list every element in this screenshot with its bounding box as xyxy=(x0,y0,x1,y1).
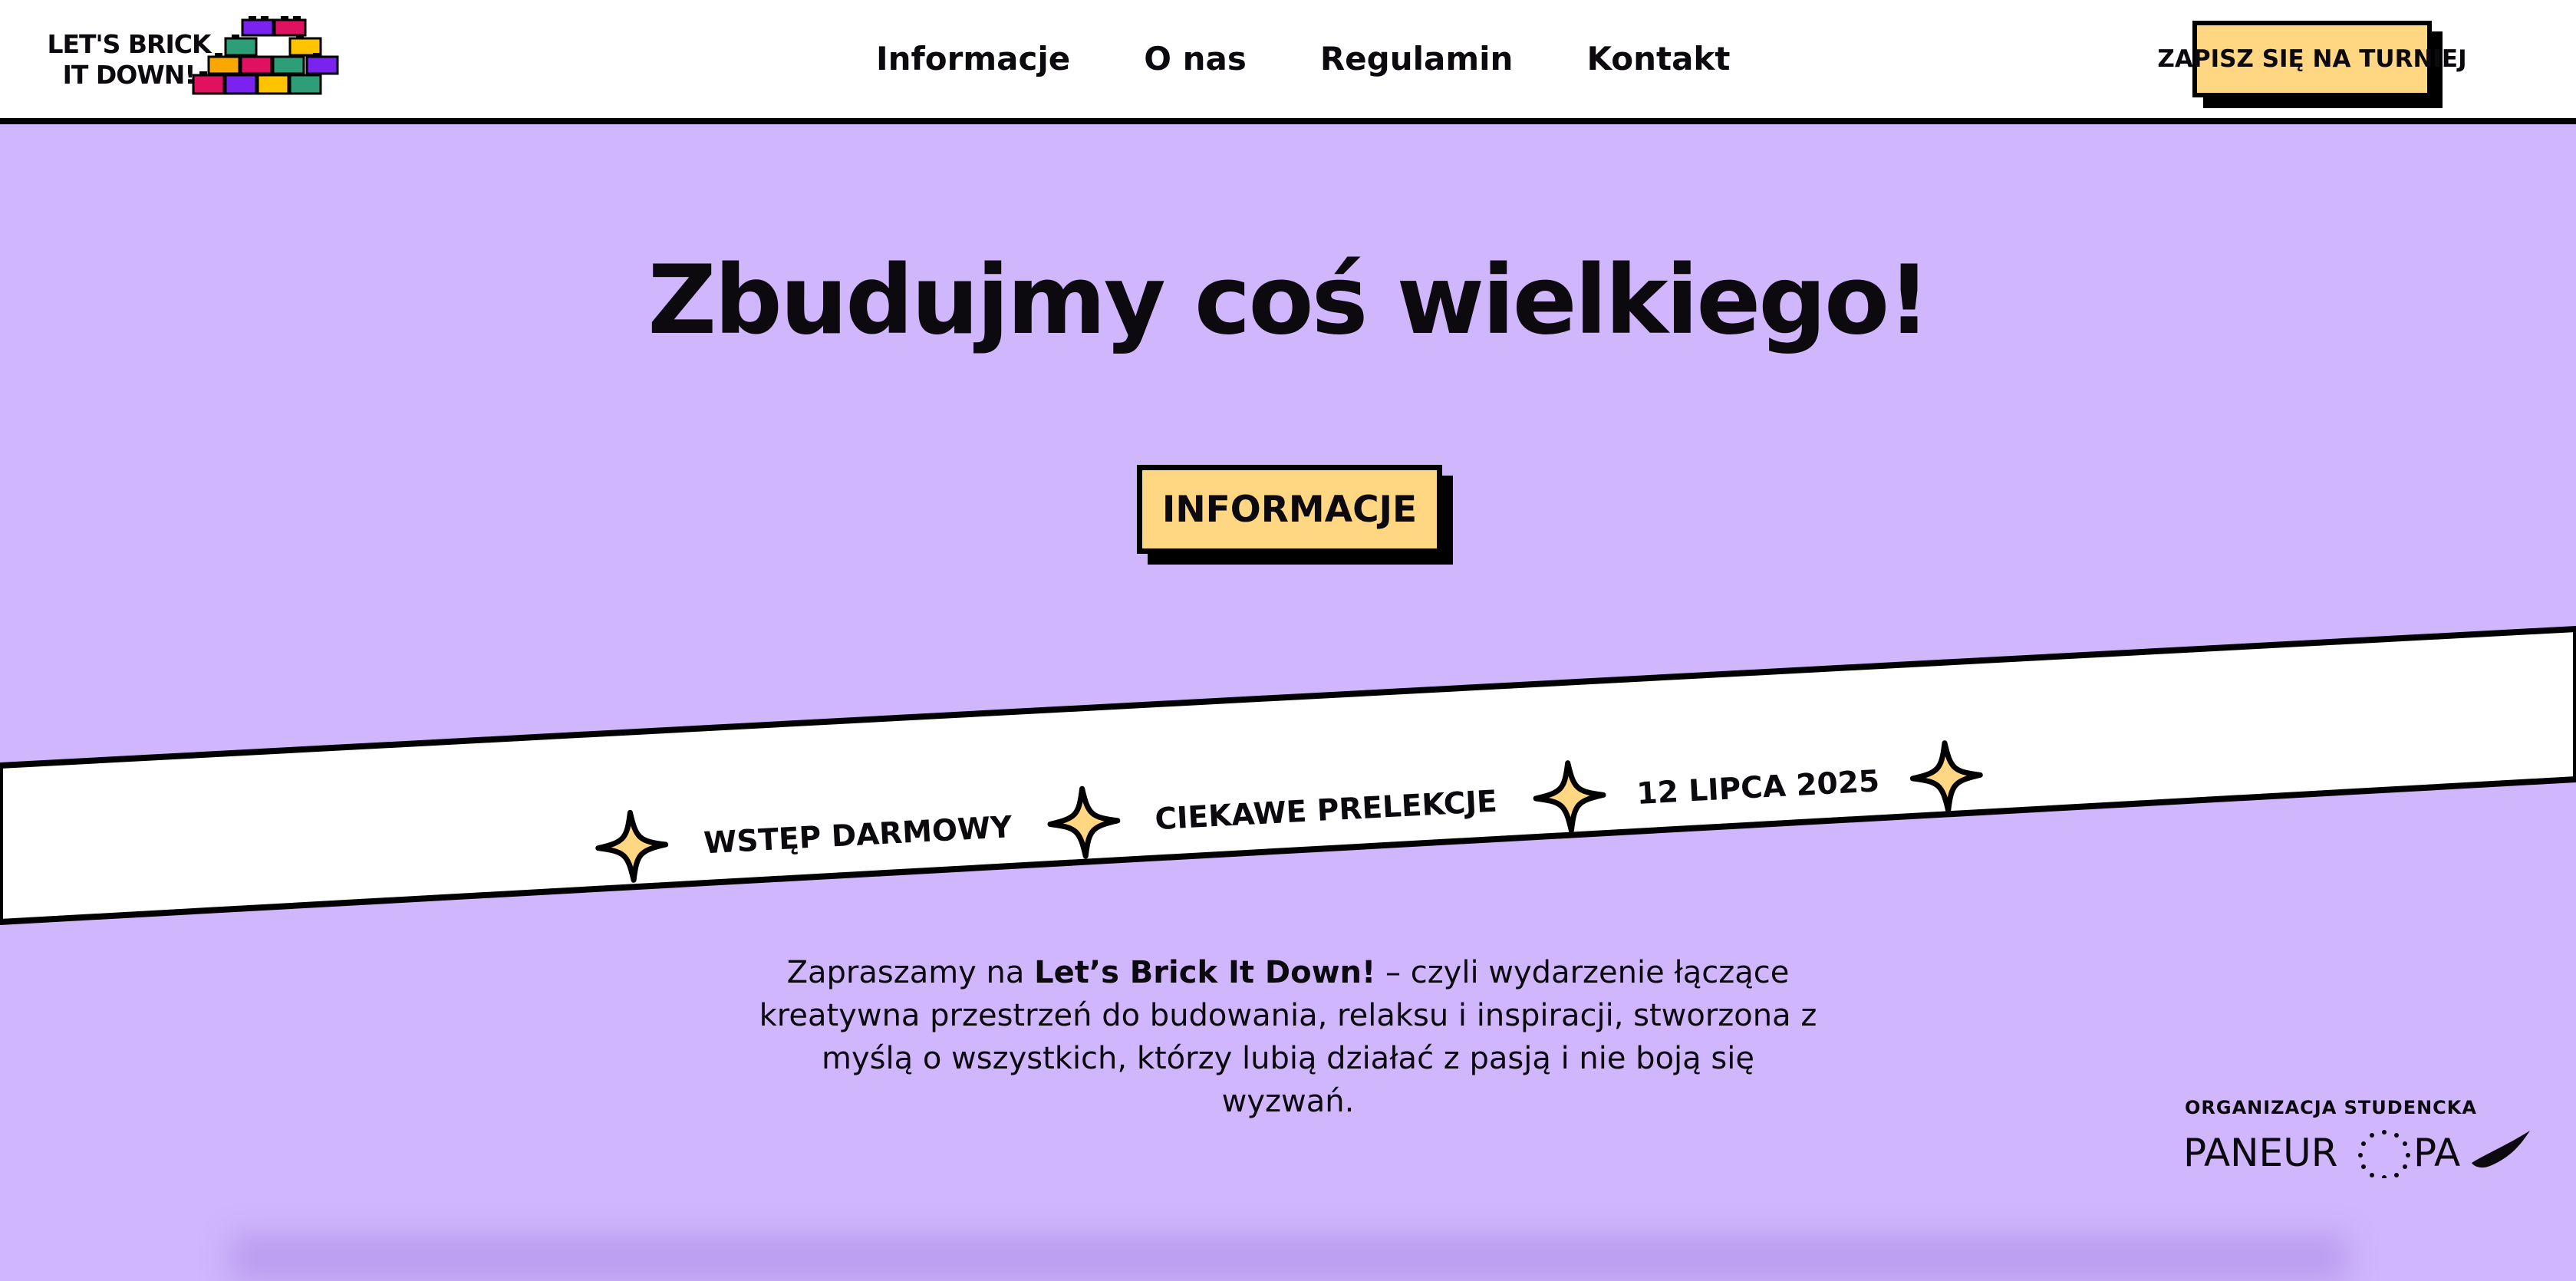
eu-stars-ring-icon xyxy=(2358,1130,2410,1178)
paneuropa-text-left: PANEUR xyxy=(2183,1131,2338,1175)
paneuropa-text-right: PA xyxy=(2413,1131,2460,1175)
logo-line-1: LET'S BRICK xyxy=(47,29,211,59)
section-shadow xyxy=(230,1235,2347,1281)
ribbon-band xyxy=(0,625,2576,926)
logo-wordmark: LET'S BRICK IT DOWN! xyxy=(44,29,213,91)
main-nav: Informacje O nas Regulamin Kontakt xyxy=(876,34,1730,83)
nav-item-kontakt[interactable]: Kontakt xyxy=(1586,40,1730,77)
org-label: ORGANIZACJA STUDENCKA xyxy=(2185,1097,2477,1118)
site-header: LET'S BRICK IT DOWN! Informacje O nas Re… xyxy=(0,0,2576,124)
info-ribbon: WSTĘP DARMOWY CIEKAWE PRELEKCJE 12 LIPCA… xyxy=(0,625,2576,926)
brick-stack-icon xyxy=(192,16,339,95)
nav-item-informacje[interactable]: Informacje xyxy=(876,40,1070,77)
intro-text-start: Zapraszamy na xyxy=(786,955,1035,990)
intro-event-name: Let’s Brick It Down! xyxy=(1034,955,1376,990)
intro-paragraph: Zapraszamy na Let’s Brick It Down! – czy… xyxy=(758,951,1818,1123)
signup-tournament-button[interactable]: ZAPISZ SIĘ NA TURNIEJ xyxy=(2157,21,2467,97)
brush-stroke-icon xyxy=(2472,1131,2530,1168)
paneuropa-logo[interactable]: PANEUR PA xyxy=(2183,1123,2536,1178)
nav-item-o-nas[interactable]: O nas xyxy=(1144,40,1247,77)
site-logo[interactable]: LET'S BRICK IT DOWN! xyxy=(44,15,351,101)
hero-title: Zbudujmy coś wielkiego! xyxy=(647,245,1931,356)
hero-informacje-button[interactable]: INFORMACJE xyxy=(1137,465,1442,554)
nav-item-regulamin[interactable]: Regulamin xyxy=(1320,40,1514,77)
logo-line-2: IT DOWN! xyxy=(62,60,196,90)
